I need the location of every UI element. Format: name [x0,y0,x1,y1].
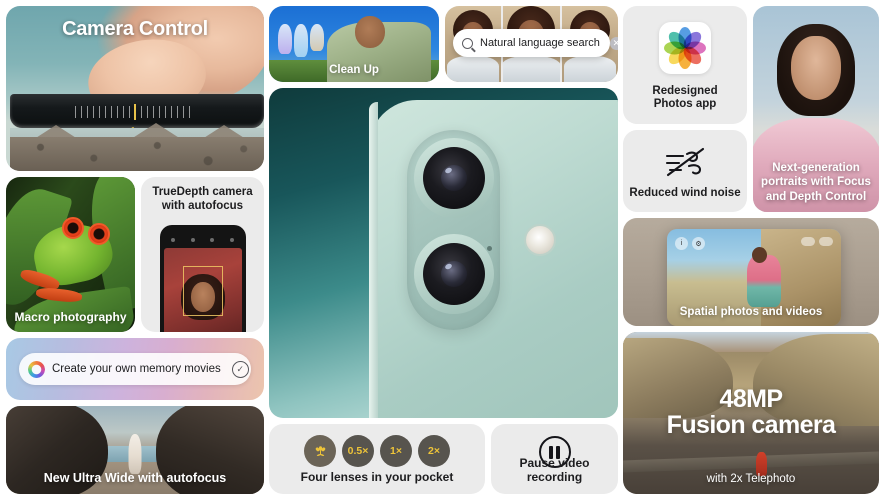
camera-controls-row [164,234,242,246]
selfie-preview [163,248,242,332]
lens-chip-group: 0.5× 1× 2× [269,435,485,467]
gear-icon[interactable]: ⚙ [692,237,705,250]
fusion-title-line2: Fusion camera [666,410,836,439]
four-lenses-card[interactable]: 0.5× 1× 2× Four lenses in your pocket [269,424,485,494]
camera-control-label: Camera Control [62,18,208,40]
fusion-title-line1: 48MP [719,385,784,414]
info-icon[interactable]: i [675,237,688,250]
memory-movies-card[interactable]: Create your own memory movies ✓ [6,338,264,400]
camera-flash [524,224,556,256]
person-figure [747,255,782,307]
macro-truedepth-row: Macro photography TrueDepth camera with … [6,177,264,332]
search-icon [462,37,473,49]
person-figure [128,434,142,474]
iphone-camera-hero-card[interactable] [269,88,618,418]
fusion-camera-card[interactable]: 48MP Fusion camera with 2x Telephoto [623,332,879,494]
search-value: Natural language search [480,37,600,49]
clear-circle-icon[interactable]: ✕ [609,36,618,50]
wind-slash-icon [661,144,709,182]
truedepth-camera-card[interactable]: TrueDepth camera with autofocus [141,177,264,332]
search-input[interactable]: Natural language search ✕ [453,29,618,57]
checkmark-circle-icon[interactable]: ✓ [231,360,249,378]
pause-recording-label: Pause video recording [519,456,590,484]
clean-up-label: Clean Up [329,64,379,76]
spatial-photos-label: Spatial photos and videos [679,306,823,318]
center-column: Clean Up Natural language search ✕ 0.5× … [269,6,618,494]
focus-box [182,266,223,316]
truedepth-title-line2: with autofocus [161,200,244,213]
window-button-a[interactable] [801,237,815,246]
lens-chip-telephoto[interactable]: 2× [418,435,450,467]
camera-island [407,130,500,330]
redesigned-photos-line2: Photos app [653,98,717,111]
lens-chip-wide[interactable]: 1× [380,435,412,467]
portraits-line2: portraits with Focus [761,176,871,189]
camera-lens-bottom [413,234,494,314]
macro-flower-icon[interactable] [304,435,336,467]
right-top-row: Redesigned Photos app Reduced wind noise… [623,6,879,212]
lens-chip-ultrawide[interactable]: 0.5× [342,435,374,467]
subject-face [791,36,841,100]
camera-control-card[interactable]: 1x Camera Control [6,6,264,171]
wind-noise-label: Reduced wind noise [629,187,741,200]
ultra-wide-card[interactable]: New Ultra Wide with autofocus [6,406,264,494]
cleanup-ghost-figures [278,24,324,57]
zoom-dial-marker [134,104,136,120]
next-generation-portraits-card[interactable]: Next-generation portraits with Focus and… [753,6,879,212]
spatial-controls-right[interactable] [801,237,833,246]
right-left-stack: Redesigned Photos app Reduced wind noise [623,6,747,212]
macro-label: Macro photography [14,310,127,324]
four-lenses-label: Four lenses in your pocket [300,470,454,484]
spatial-photos-card[interactable]: i ⚙ Spatial photos and videos [623,218,879,326]
memory-movies-input[interactable]: Create your own memory movies ✓ [19,353,251,385]
photos-app-icon[interactable] [659,22,711,74]
reduced-wind-noise-card[interactable]: Reduced wind noise [623,130,747,212]
fusion-camera-subtitle: with 2x Telephoto [706,473,796,485]
ground-texture [10,137,264,171]
camera-lens-top [413,138,494,218]
truedepth-title-line1: TrueDepth camera [152,186,253,198]
clean-up-card[interactable]: Clean Up [269,6,439,82]
center-bottom-row: 0.5× 1× 2× Four lenses in your pocket Pa… [269,424,618,494]
feature-grid: 1x Camera Control [6,6,879,494]
microphone-hole [487,246,492,251]
iphone-side-rail [369,102,378,418]
marketing-page: 1x Camera Control [0,0,885,500]
person-head [355,16,385,48]
redesigned-photos-line1: Redesigned [652,84,718,97]
spatial-controls-left[interactable]: i ⚙ [675,237,705,250]
pause-video-recording-card[interactable]: Pause video recording [491,424,618,494]
natural-language-search-card[interactable]: Natural language search ✕ [445,6,618,82]
memory-movies-prompt: Create your own memory movies [52,363,221,375]
next-gen-portraits-label: Next-generation portraits with Focus and… [753,161,879,204]
left-column: 1x Camera Control [6,6,264,494]
fusion-camera-title: 48MP Fusion camera [623,387,879,438]
redesigned-photos-label: Redesigned Photos app [623,85,747,112]
center-top-row: Clean Up Natural language search ✕ [269,6,618,82]
right-column: Redesigned Photos app Reduced wind noise… [623,6,879,494]
truedepth-title: TrueDepth camera with autofocus [141,185,264,214]
portraits-line3: and Depth Control [765,190,867,203]
apple-intelligence-ring-icon [28,360,45,378]
ultra-wide-label: New Ultra Wide with autofocus [43,471,227,485]
macro-photography-card[interactable]: Macro photography [6,177,135,332]
portraits-line1: Next-generation [772,161,860,174]
window-button-b[interactable] [819,237,833,246]
redesigned-photos-card[interactable]: Redesigned Photos app [623,6,747,124]
iphone-mockup [159,225,246,332]
